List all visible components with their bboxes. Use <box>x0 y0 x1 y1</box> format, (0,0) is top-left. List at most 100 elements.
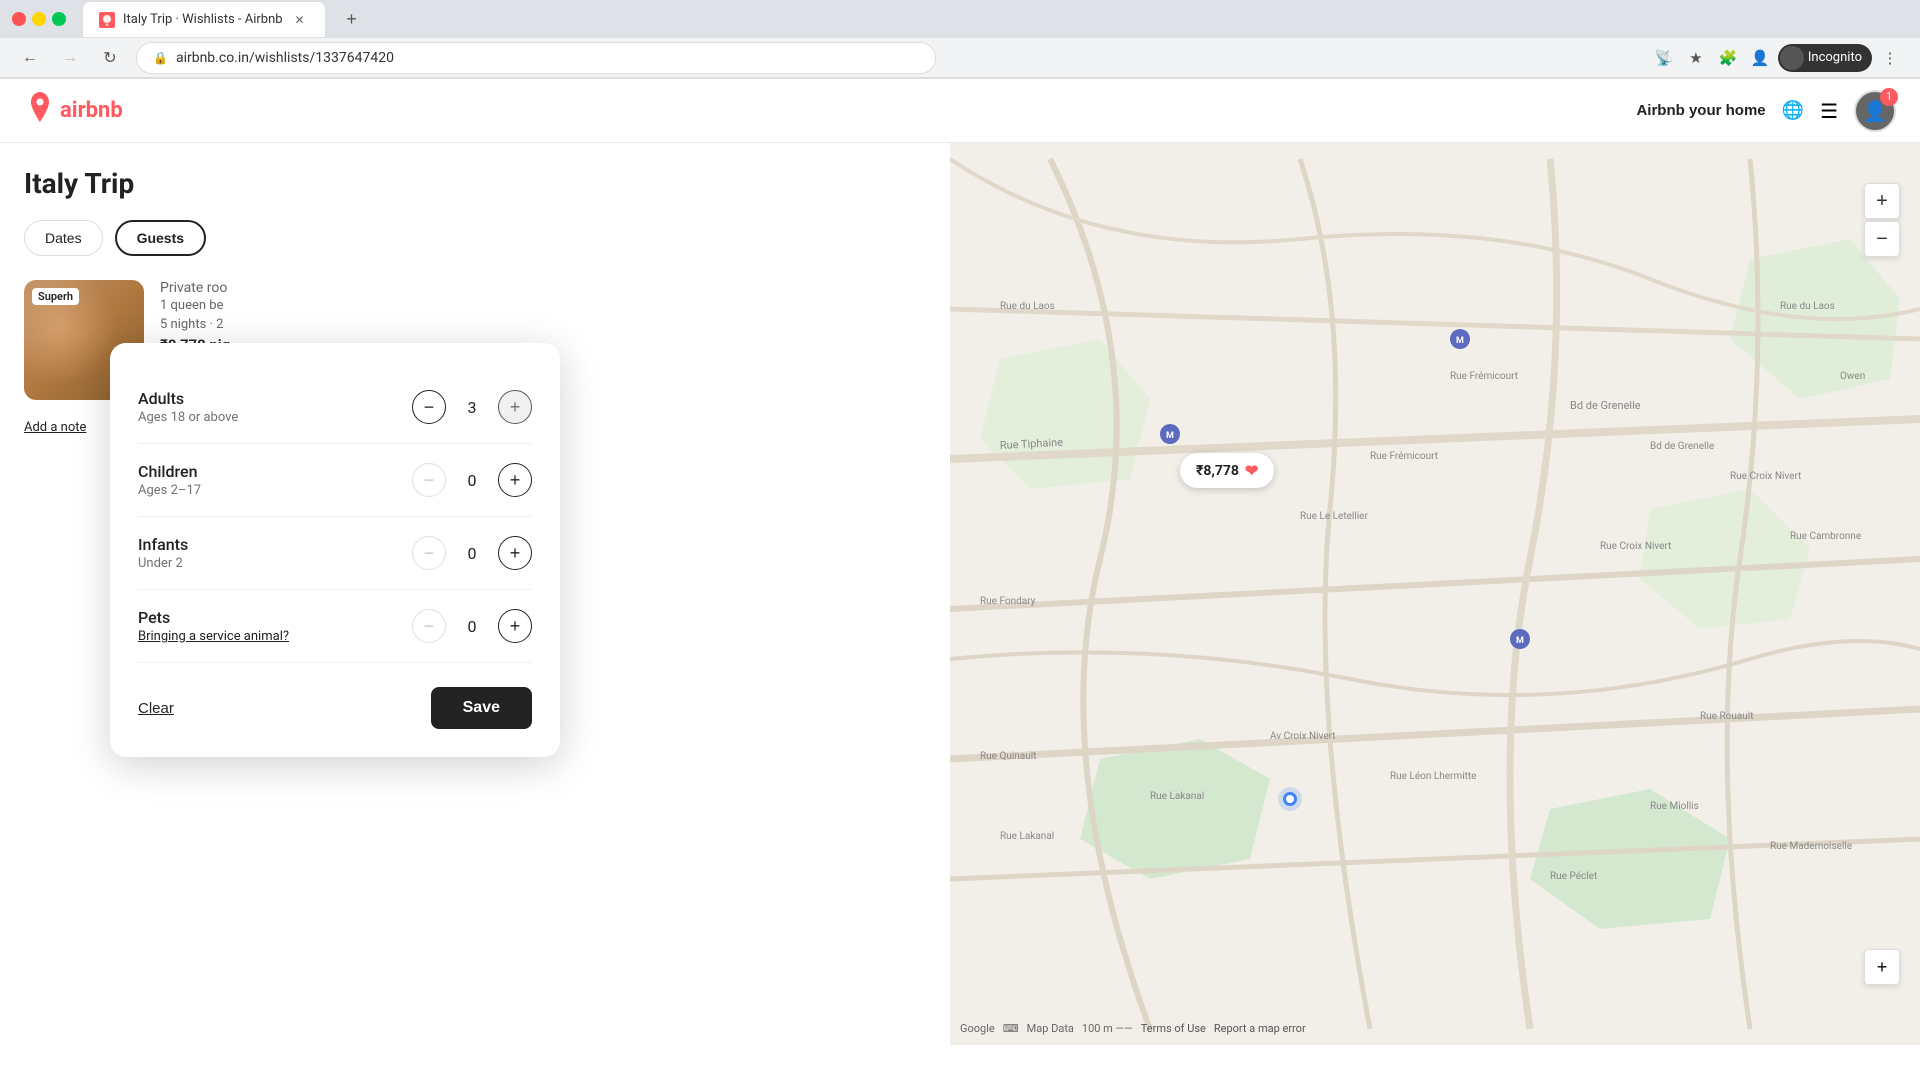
svg-text:Bd de Grenelle: Bd de Grenelle <box>1570 399 1641 412</box>
cast-icon[interactable]: 📡 <box>1650 44 1678 72</box>
map-price-tag[interactable]: ₹8,778 ❤ <box>1180 453 1274 488</box>
superhost-badge: Superh <box>32 288 79 305</box>
svg-text:Rue Fondary: Rue Fondary <box>980 596 1036 607</box>
incognito-avatar <box>1780 46 1804 70</box>
incognito-label: Incognito <box>1808 50 1862 65</box>
adults-decrease-button[interactable]: − <box>412 390 446 424</box>
svg-text:Rue Mademoiselle: Rue Mademoiselle <box>1770 841 1852 852</box>
adults-info: Adults Ages 18 or above <box>138 389 412 425</box>
map-scale-label: 100 m —— <box>1082 1022 1133 1035</box>
svg-text:Rue du Laos: Rue du Laos <box>1780 301 1835 312</box>
adults-counter: − 3 + <box>412 390 532 424</box>
svg-text:Av Croix Nivert: Av Croix Nivert <box>1270 731 1336 742</box>
svg-text:Rue du Laos: Rue du Laos <box>1000 301 1055 312</box>
notification-badge: 1 <box>1880 88 1898 106</box>
profile-icon-browser[interactable]: 👤 <box>1746 44 1774 72</box>
window-maximize-button[interactable] <box>52 12 66 26</box>
infants-value: 0 <box>462 544 482 563</box>
map-price-heart-icon: ❤ <box>1245 461 1258 480</box>
extensions-icon[interactable]: 🧩 <box>1714 44 1742 72</box>
site-header: airbnb Airbnb your home 🌐 ☰ 👤 1 <box>0 79 1920 143</box>
incognito-badge[interactable]: Incognito <box>1778 44 1872 72</box>
tab-close-button[interactable]: ✕ <box>291 11 309 29</box>
svg-text:Rue Rouault: Rue Rouault <box>1700 711 1754 722</box>
svg-text:Rue Lakanal: Rue Lakanal <box>1000 831 1054 842</box>
pets-sub: Bringing a service animal? <box>138 629 412 644</box>
logo-text: airbnb <box>60 98 123 123</box>
children-counter: − 0 + <box>412 463 532 497</box>
adults-increase-button[interactable]: + <box>498 390 532 424</box>
children-decrease-button[interactable]: − <box>412 463 446 497</box>
map-expand-button[interactable]: + <box>1864 949 1900 985</box>
address-bar[interactable]: 🔒 airbnb.co.in/wishlists/1337647420 <box>136 42 936 74</box>
zoom-out-button[interactable]: − <box>1864 221 1900 257</box>
report-map-error-link[interactable]: Report a map error <box>1214 1022 1306 1035</box>
children-info: Children Ages 2–17 <box>138 462 412 498</box>
bookmark-icon[interactable]: ★ <box>1682 44 1710 72</box>
more-options-icon[interactable]: ⋮ <box>1876 44 1904 72</box>
map-footer: Google ⌨ Map Data 100 m —— Terms of Use … <box>960 1022 1306 1035</box>
listing-type: Private roo <box>160 280 926 296</box>
children-increase-button[interactable]: + <box>498 463 532 497</box>
active-tab[interactable]: Italy Trip · Wishlists - Airbnb ✕ <box>82 1 326 37</box>
user-profile-button[interactable]: 👤 1 <box>1854 90 1896 132</box>
pets-increase-button[interactable]: + <box>498 609 532 643</box>
keyboard-icon: ⌨ <box>1003 1022 1019 1035</box>
svg-text:Rue Cambronne: Rue Cambronne <box>1790 531 1861 542</box>
map-price-value: ₹8,778 <box>1196 463 1239 479</box>
infants-info: Infants Under 2 <box>138 535 412 571</box>
url-text: airbnb.co.in/wishlists/1337647420 <box>176 50 394 66</box>
window-minimize-button[interactable] <box>32 12 46 26</box>
infants-row: Infants Under 2 − 0 + <box>138 517 532 590</box>
language-globe-icon[interactable]: 🌐 <box>1782 100 1804 121</box>
svg-text:Rue Léon Lhermitte: Rue Léon Lhermitte <box>1390 771 1476 782</box>
svg-text:Rue Miollis: Rue Miollis <box>1650 801 1699 812</box>
svg-text:Rue Lakanal: Rue Lakanal <box>1150 791 1204 802</box>
save-button[interactable]: Save <box>431 687 532 729</box>
adults-label: Adults <box>138 389 412 408</box>
map-data-label: Map Data <box>1027 1022 1074 1035</box>
children-value: 0 <box>462 471 482 490</box>
map-panel: Rue Tiphaine Bd de Grenelle Bd de Grenel… <box>950 143 1920 1045</box>
tab-dates[interactable]: Dates <box>24 220 103 256</box>
zoom-in-button[interactable]: + <box>1864 183 1900 219</box>
left-panel: Italy Trip Dates Guests Superh Private r… <box>0 143 950 1045</box>
svg-text:Rue Frémicourt: Rue Frémicourt <box>1450 371 1518 382</box>
pets-decrease-button[interactable]: − <box>412 609 446 643</box>
back-button[interactable]: ← <box>16 44 44 72</box>
infants-increase-button[interactable]: + <box>498 536 532 570</box>
adults-row: Adults Ages 18 or above − 3 + <box>138 371 532 444</box>
svg-text:Owen: Owen <box>1840 371 1865 382</box>
infants-counter: − 0 + <box>412 536 532 570</box>
adults-value: 3 <box>462 398 482 417</box>
service-animal-link[interactable]: Bringing a service animal? <box>138 629 289 644</box>
airbnb-logo[interactable]: airbnb <box>24 91 123 130</box>
guests-popup: Adults Ages 18 or above − 3 + Children A… <box>110 343 560 757</box>
logo-icon <box>24 91 56 130</box>
svg-text:Rue Frémicourt: Rue Frémicourt <box>1370 451 1438 462</box>
clear-button[interactable]: Clear <box>138 700 174 717</box>
svg-text:Rue Croix Nivert: Rue Croix Nivert <box>1600 541 1671 552</box>
listing-bed-info: 1 queen be <box>160 298 926 313</box>
infants-sub: Under 2 <box>138 556 412 571</box>
terms-of-use-link[interactable]: Terms of Use <box>1141 1022 1206 1035</box>
google-attribution: Google <box>960 1022 995 1035</box>
pets-info: Pets Bringing a service animal? <box>138 608 412 644</box>
pets-counter: − 0 + <box>412 609 532 643</box>
add-note-link[interactable]: Add a note <box>24 420 86 435</box>
hamburger-menu-icon[interactable]: ☰ <box>1820 99 1838 123</box>
airbnb-your-home-button[interactable]: Airbnb your home <box>1636 102 1765 119</box>
infants-decrease-button[interactable]: − <box>412 536 446 570</box>
new-tab-button[interactable]: + <box>338 5 366 33</box>
tab-favicon <box>99 12 115 28</box>
infants-label: Infants <box>138 535 412 554</box>
reload-button[interactable]: ↻ <box>96 44 124 72</box>
tab-guests[interactable]: Guests <box>115 220 206 256</box>
svg-text:Bd de Grenelle: Bd de Grenelle <box>1650 441 1714 452</box>
map-background: Rue Tiphaine Bd de Grenelle Bd de Grenel… <box>950 143 1920 1045</box>
children-sub: Ages 2–17 <box>138 483 412 498</box>
window-close-button[interactable] <box>12 12 26 26</box>
forward-button[interactable]: → <box>56 44 84 72</box>
security-icon: 🔒 <box>153 51 168 65</box>
popup-footer: Clear Save <box>138 687 532 729</box>
